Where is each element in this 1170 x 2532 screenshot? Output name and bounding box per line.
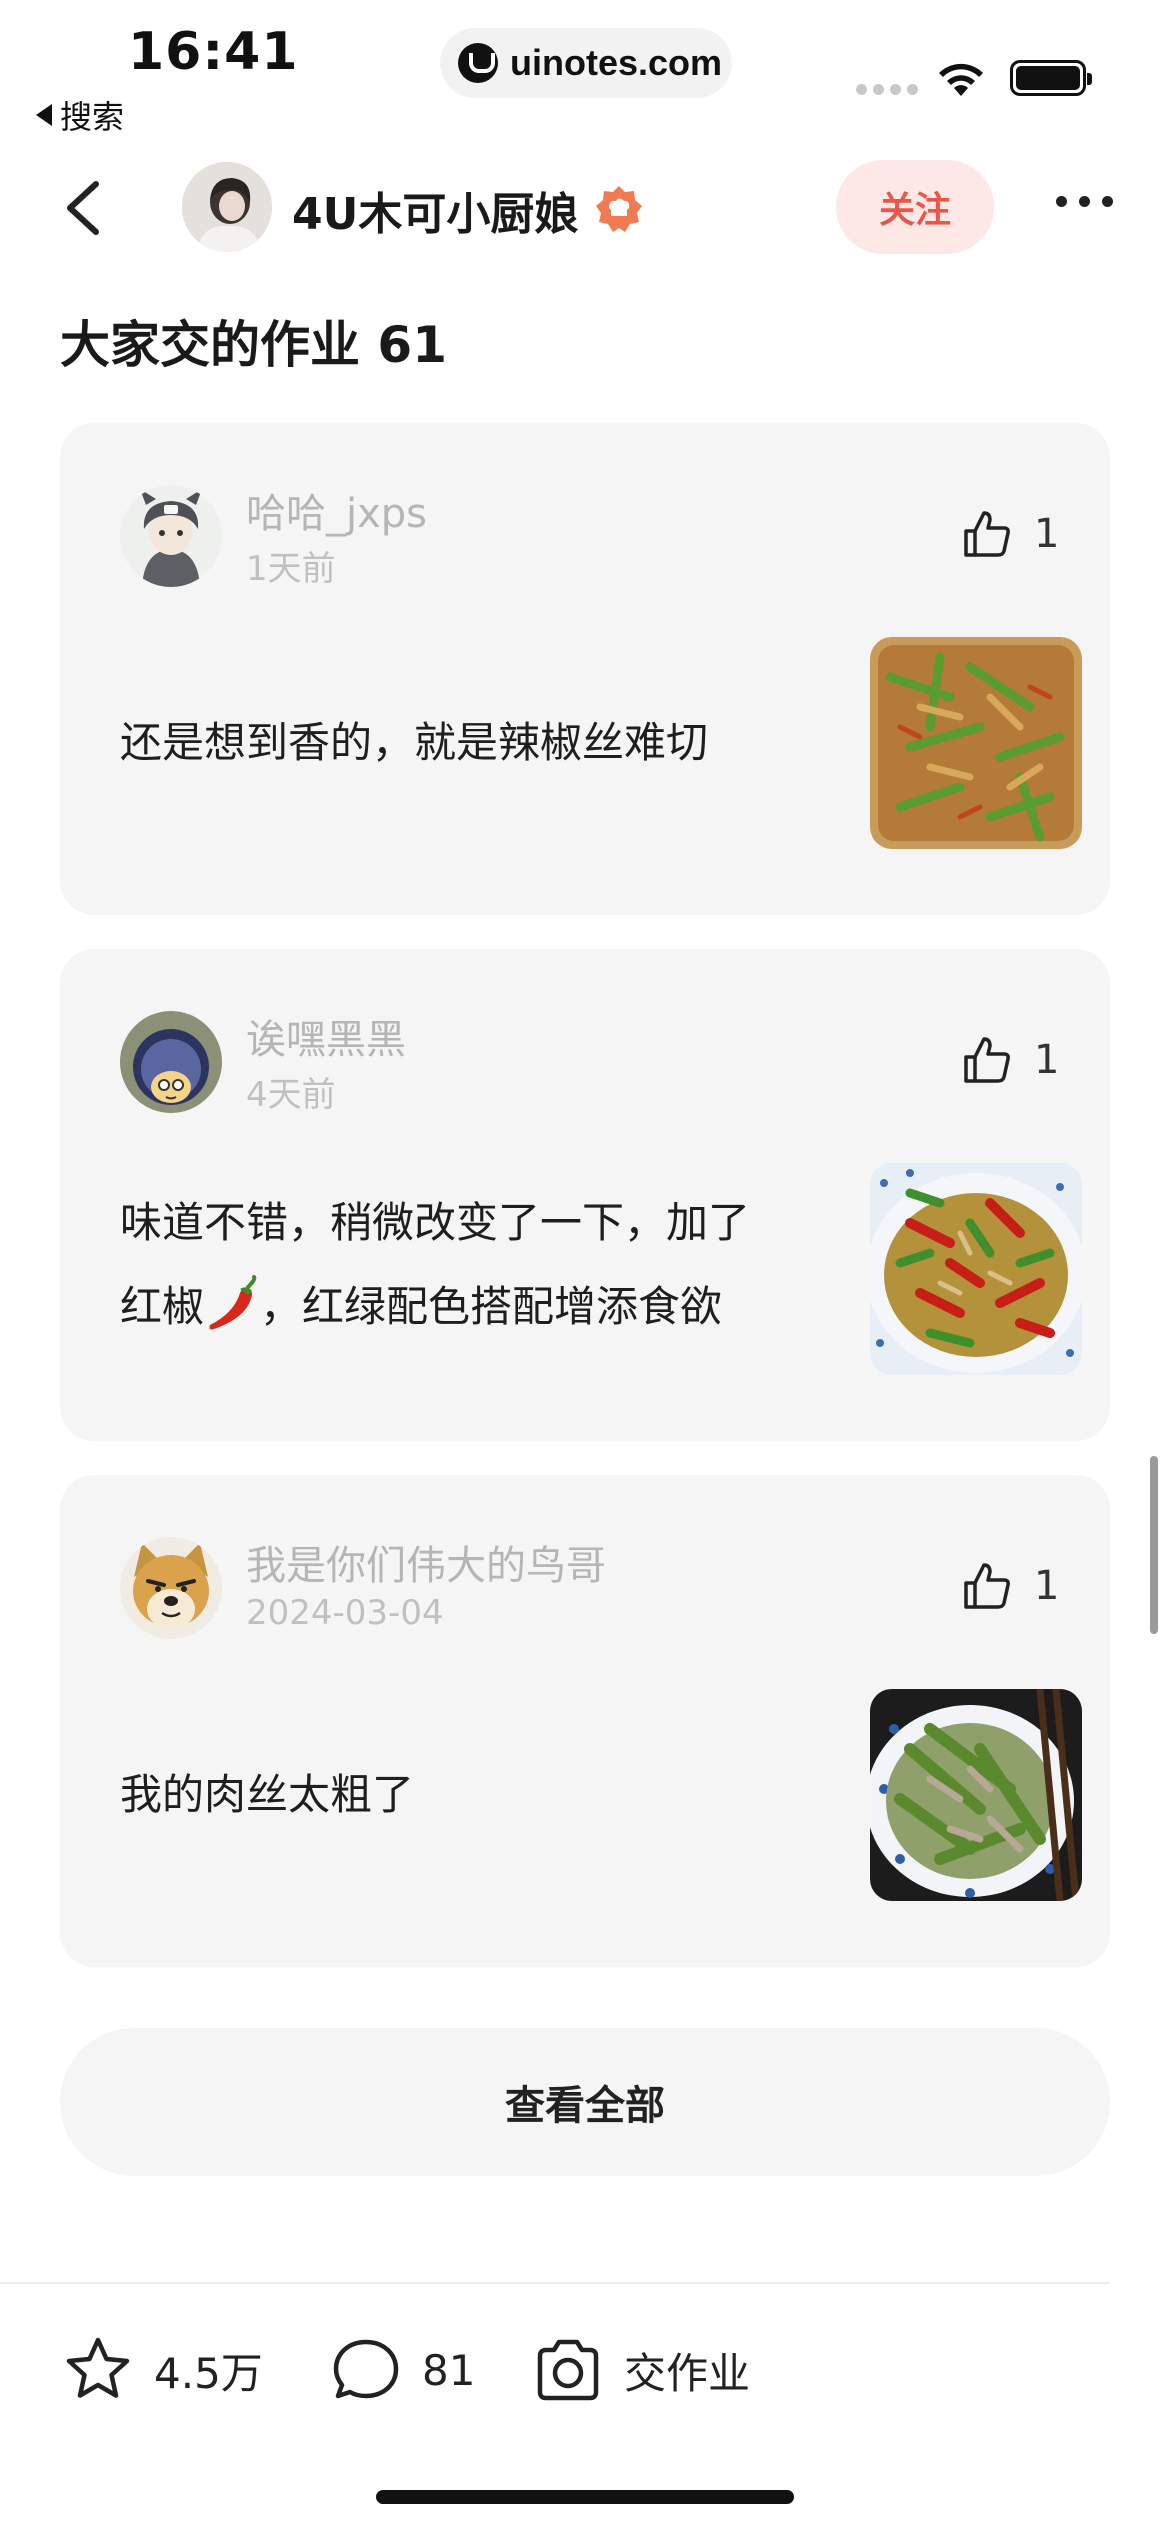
back-triangle-icon [36,104,52,126]
post-date: 2024-03-04 [246,1593,444,1633]
like-count: 1 [1034,511,1060,557]
comment-bubble-icon [333,2339,399,2399]
homework-card[interactable]: 我是你们伟大的鸟哥 2024-03-04 1 我的肉丝太粗了 [60,1475,1110,1967]
like-button[interactable]: 1 [962,1561,1059,1611]
username[interactable]: 我是你们伟大的鸟哥 [246,1533,606,1591]
user-avatar[interactable] [120,485,222,587]
bottom-action-bar: 4.5万 81 交作业 [0,2320,1170,2420]
user-avatar[interactable] [120,1537,222,1639]
star-icon [66,2337,130,2398]
site-logo-icon [458,43,498,83]
thumbs-up-icon [964,1037,1010,1083]
homework-card[interactable]: 诶嘿黑黑 4天前 1 味道不错，稍微改变了一下，加了 红椒 ，红绿配色搭配增添食欲 [60,949,1110,1441]
author-name[interactable]: 4U木可小厨娘 [292,178,578,242]
home-indicator[interactable] [376,2490,794,2504]
scrollbar[interactable] [1150,1456,1158,1634]
status-time: 16:41 [128,22,299,82]
post-text-fragment: 红椒 [120,1282,205,1331]
comment-count: 81 [422,2345,476,2395]
chef-badge-icon [596,186,642,232]
homework-card[interactable]: 哈哈_jxps 1天前 1 还是想到香的，就是辣椒丝难切 [60,423,1110,915]
like-button[interactable]: 1 [962,509,1059,559]
chili-pepper-icon [209,1274,257,1329]
nav-bar: 4U木可小厨娘 关注 [0,150,1170,260]
stir-fry-peppers-photo[interactable] [870,637,1082,849]
like-count: 1 [1034,1037,1060,1083]
comment-button[interactable]: 81 [330,2334,475,2406]
status-bar: 16:41 搜索 uinotes.com [0,0,1170,140]
divider [0,2282,1110,2284]
post-text: 味道不错，稍微改变了一下，加了 红椒 ，红绿配色搭配增添食欲 [120,1181,880,1349]
post-text-line: 红椒 ，红绿配色搭配增添食欲 [120,1265,880,1349]
cellular-signal-icon [856,84,918,95]
url-text: uinotes.com [510,42,723,83]
back-to-app-link[interactable]: 搜索 [36,92,124,138]
more-dots-icon[interactable] [1056,196,1113,207]
view-all-button[interactable]: 查看全部 [60,2028,1110,2176]
like-button[interactable]: 1 [962,1035,1059,1085]
wifi-icon [939,63,983,96]
post-date: 1天前 [246,549,336,589]
section-title: 大家交的作业 61 [60,316,447,374]
follow-button[interactable]: 关注 [836,160,994,254]
camera-icon [537,2339,599,2401]
post-text-fragment: ，红绿配色搭配增添食欲 [260,1282,723,1331]
post-text: 我的肉丝太粗了 [120,1770,415,1819]
url-pill[interactable]: uinotes.com [440,28,732,98]
green-beans-pork-photo[interactable] [870,1689,1082,1901]
submit-homework-button[interactable]: 交作业 [532,2334,750,2406]
post-text: 还是想到香的，就是辣椒丝难切 [120,718,709,767]
thumbs-up-icon [964,1563,1010,1609]
chevron-left-icon[interactable] [60,180,110,236]
favorite-button[interactable]: 4.5万 [62,2334,263,2406]
username[interactable]: 哈哈_jxps [246,481,427,539]
post-date: 4天前 [246,1075,336,1115]
favorite-count: 4.5万 [154,2348,263,2398]
battery-icon [1010,60,1092,96]
like-count: 1 [1034,1563,1060,1609]
back-app-label: 搜索 [60,98,125,136]
user-avatar[interactable] [120,1011,222,1113]
red-green-pepper-photo[interactable] [870,1163,1082,1375]
submit-homework-label: 交作业 [624,2348,751,2398]
post-text-line: 味道不错，稍微改变了一下，加了 [120,1198,751,1247]
author-avatar[interactable] [182,162,272,252]
thumbs-up-icon [964,511,1010,557]
username[interactable]: 诶嘿黑黑 [246,1007,406,1065]
